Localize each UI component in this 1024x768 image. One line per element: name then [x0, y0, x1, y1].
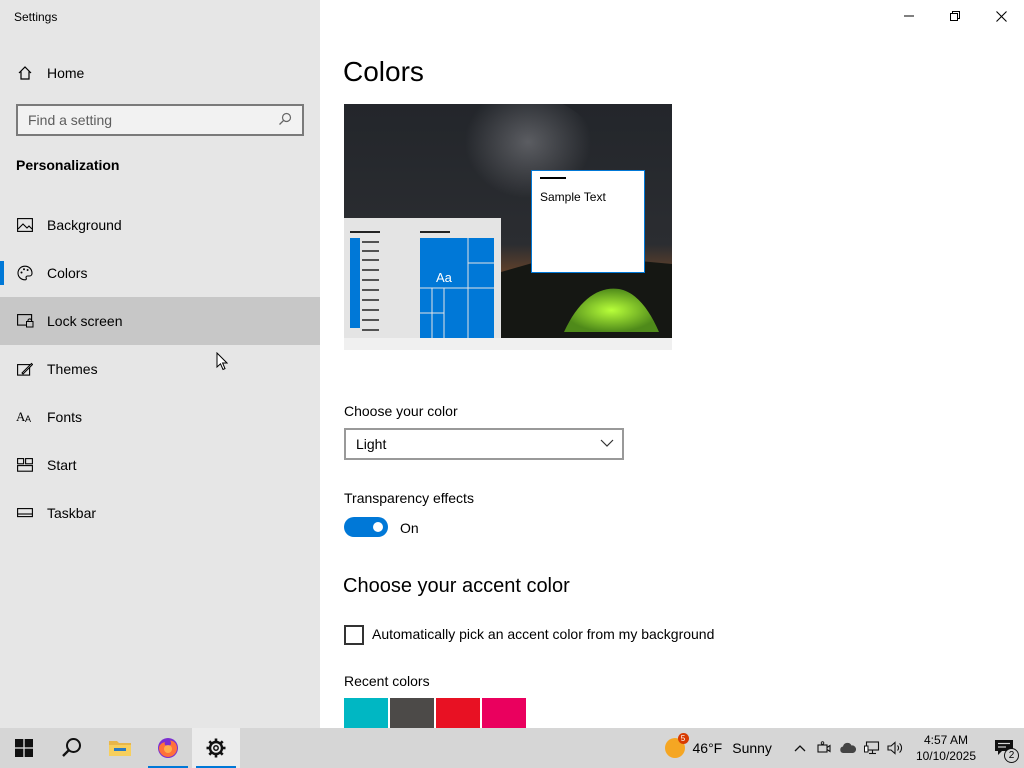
preview-window-titlebar [540, 177, 566, 179]
theme-preview: Aa Sample Text [344, 104, 672, 350]
sidebar-item-fonts[interactable]: AA Fonts [0, 393, 320, 441]
fonts-icon: AA [16, 408, 34, 426]
transparency-label: Transparency effects [344, 490, 474, 506]
preview-sample-text: Sample Text [540, 190, 606, 204]
app-title: Settings [14, 10, 58, 24]
preview-sample-window: Sample Text [531, 170, 645, 273]
choose-color-dropdown[interactable]: Light [344, 428, 624, 460]
sidebar-item-label: Colors [47, 265, 88, 281]
weather-widget[interactable]: 5 46°F Sunny [664, 733, 772, 758]
sidebar-item-colors[interactable]: Colors [0, 249, 320, 297]
clock-time: 4:57 AM [923, 733, 968, 747]
onedrive-button[interactable] [836, 728, 860, 768]
clock-date: 10/10/2025 [915, 749, 976, 763]
sidebar-item-taskbar[interactable]: Taskbar [0, 489, 320, 537]
cloud-icon [840, 742, 857, 753]
sidebar: Settings Home Personalization Background… [0, 0, 320, 728]
nav-home-label: Home [47, 65, 85, 81]
window-controls [886, 0, 1024, 32]
sidebar-item-label: Fonts [47, 409, 83, 425]
preview-start-menu: Aa [344, 218, 501, 338]
transparency-state: On [400, 520, 419, 536]
windows-logo-icon [15, 739, 33, 757]
auto-accent-label: Automatically pick an accent color from … [372, 626, 715, 642]
restore-icon [950, 11, 960, 21]
taskbar-icon [16, 504, 34, 522]
show-hidden-icons-button[interactable] [788, 728, 812, 768]
start-button[interactable] [0, 728, 48, 768]
sidebar-item-start[interactable]: Start [0, 441, 320, 489]
section-title: Personalization [16, 157, 120, 173]
palette-icon [16, 264, 34, 282]
firefox-button[interactable] [144, 728, 192, 768]
toggle-knob [373, 522, 383, 532]
speaker-icon [887, 741, 902, 755]
weather-temp: 46°F [692, 740, 723, 756]
chevron-up-icon [794, 745, 806, 752]
meet-now-button[interactable] [812, 728, 836, 768]
recent-colors-swatches [344, 698, 526, 728]
lock-screen-icon [16, 312, 34, 330]
choose-color-value: Light [356, 436, 387, 452]
recent-color-swatch[interactable] [390, 698, 434, 728]
chevron-down-icon [600, 439, 614, 449]
page-title: Colors [343, 56, 424, 87]
preview-footer [344, 338, 672, 350]
weather-badge: 5 [677, 733, 689, 744]
sidebar-item-label: Taskbar [47, 505, 97, 521]
recent-color-swatch[interactable] [436, 698, 480, 728]
search-icon [62, 738, 81, 757]
sidebar-item-label: Start [47, 457, 77, 473]
nav-list: Background Colors Lock screen Themes AA … [0, 201, 320, 537]
sidebar-item-themes[interactable]: Themes [0, 345, 320, 393]
close-button[interactable] [978, 0, 1024, 32]
mouse-cursor-icon [216, 352, 228, 371]
image-icon [16, 216, 34, 234]
themes-icon [16, 360, 34, 378]
accent-color-heading: Choose your accent color [343, 575, 570, 597]
sidebar-item-label: Lock screen [47, 313, 123, 329]
gear-icon [206, 738, 226, 758]
system-tray: 5 46°F Sunny 4:57 AM 10/10/2025 2 [664, 728, 1024, 768]
svg-text:A: A [25, 414, 31, 424]
minimize-icon [904, 15, 914, 17]
sidebar-item-label: Background [47, 217, 122, 233]
firefox-icon [158, 738, 178, 758]
nav-home[interactable]: Home [0, 52, 320, 94]
preview-tile-text: Aa [436, 270, 452, 285]
sun-icon: 5 [664, 733, 689, 758]
taskbar-search-button[interactable] [48, 728, 96, 768]
folder-icon [109, 741, 131, 756]
recent-color-swatch[interactable] [482, 698, 526, 728]
search-box[interactable] [16, 104, 304, 136]
notification-count: 2 [1004, 748, 1019, 763]
start-icon [16, 456, 34, 474]
preview-start-tiles [350, 231, 494, 338]
sidebar-item-lock-screen[interactable]: Lock screen [0, 297, 320, 345]
choose-color-label: Choose your color [344, 403, 458, 419]
network-button[interactable] [860, 728, 884, 768]
home-icon [16, 64, 34, 82]
video-camera-icon [817, 741, 831, 753]
recent-color-swatch[interactable] [344, 698, 388, 728]
transparency-toggle[interactable] [344, 517, 388, 537]
taskbar: 5 46°F Sunny 4:57 AM 10/10/2025 2 [0, 728, 1024, 768]
auto-accent-checkbox[interactable] [344, 625, 364, 645]
notification-center-button[interactable]: 2 [984, 728, 1024, 768]
recent-colors-label: Recent colors [344, 673, 430, 689]
network-icon [863, 741, 879, 755]
sidebar-item-label: Themes [47, 361, 98, 377]
restore-button[interactable] [932, 0, 978, 32]
settings-app-button[interactable] [192, 728, 240, 768]
clock[interactable]: 4:57 AM 10/10/2025 [908, 732, 984, 764]
minimize-button[interactable] [886, 0, 932, 32]
file-explorer-button[interactable] [96, 728, 144, 768]
search-icon[interactable] [278, 112, 294, 128]
sidebar-item-background[interactable]: Background [0, 201, 320, 249]
weather-condition: Sunny [732, 740, 772, 756]
search-input[interactable] [28, 112, 278, 128]
close-icon [995, 10, 1007, 22]
volume-button[interactable] [884, 728, 908, 768]
